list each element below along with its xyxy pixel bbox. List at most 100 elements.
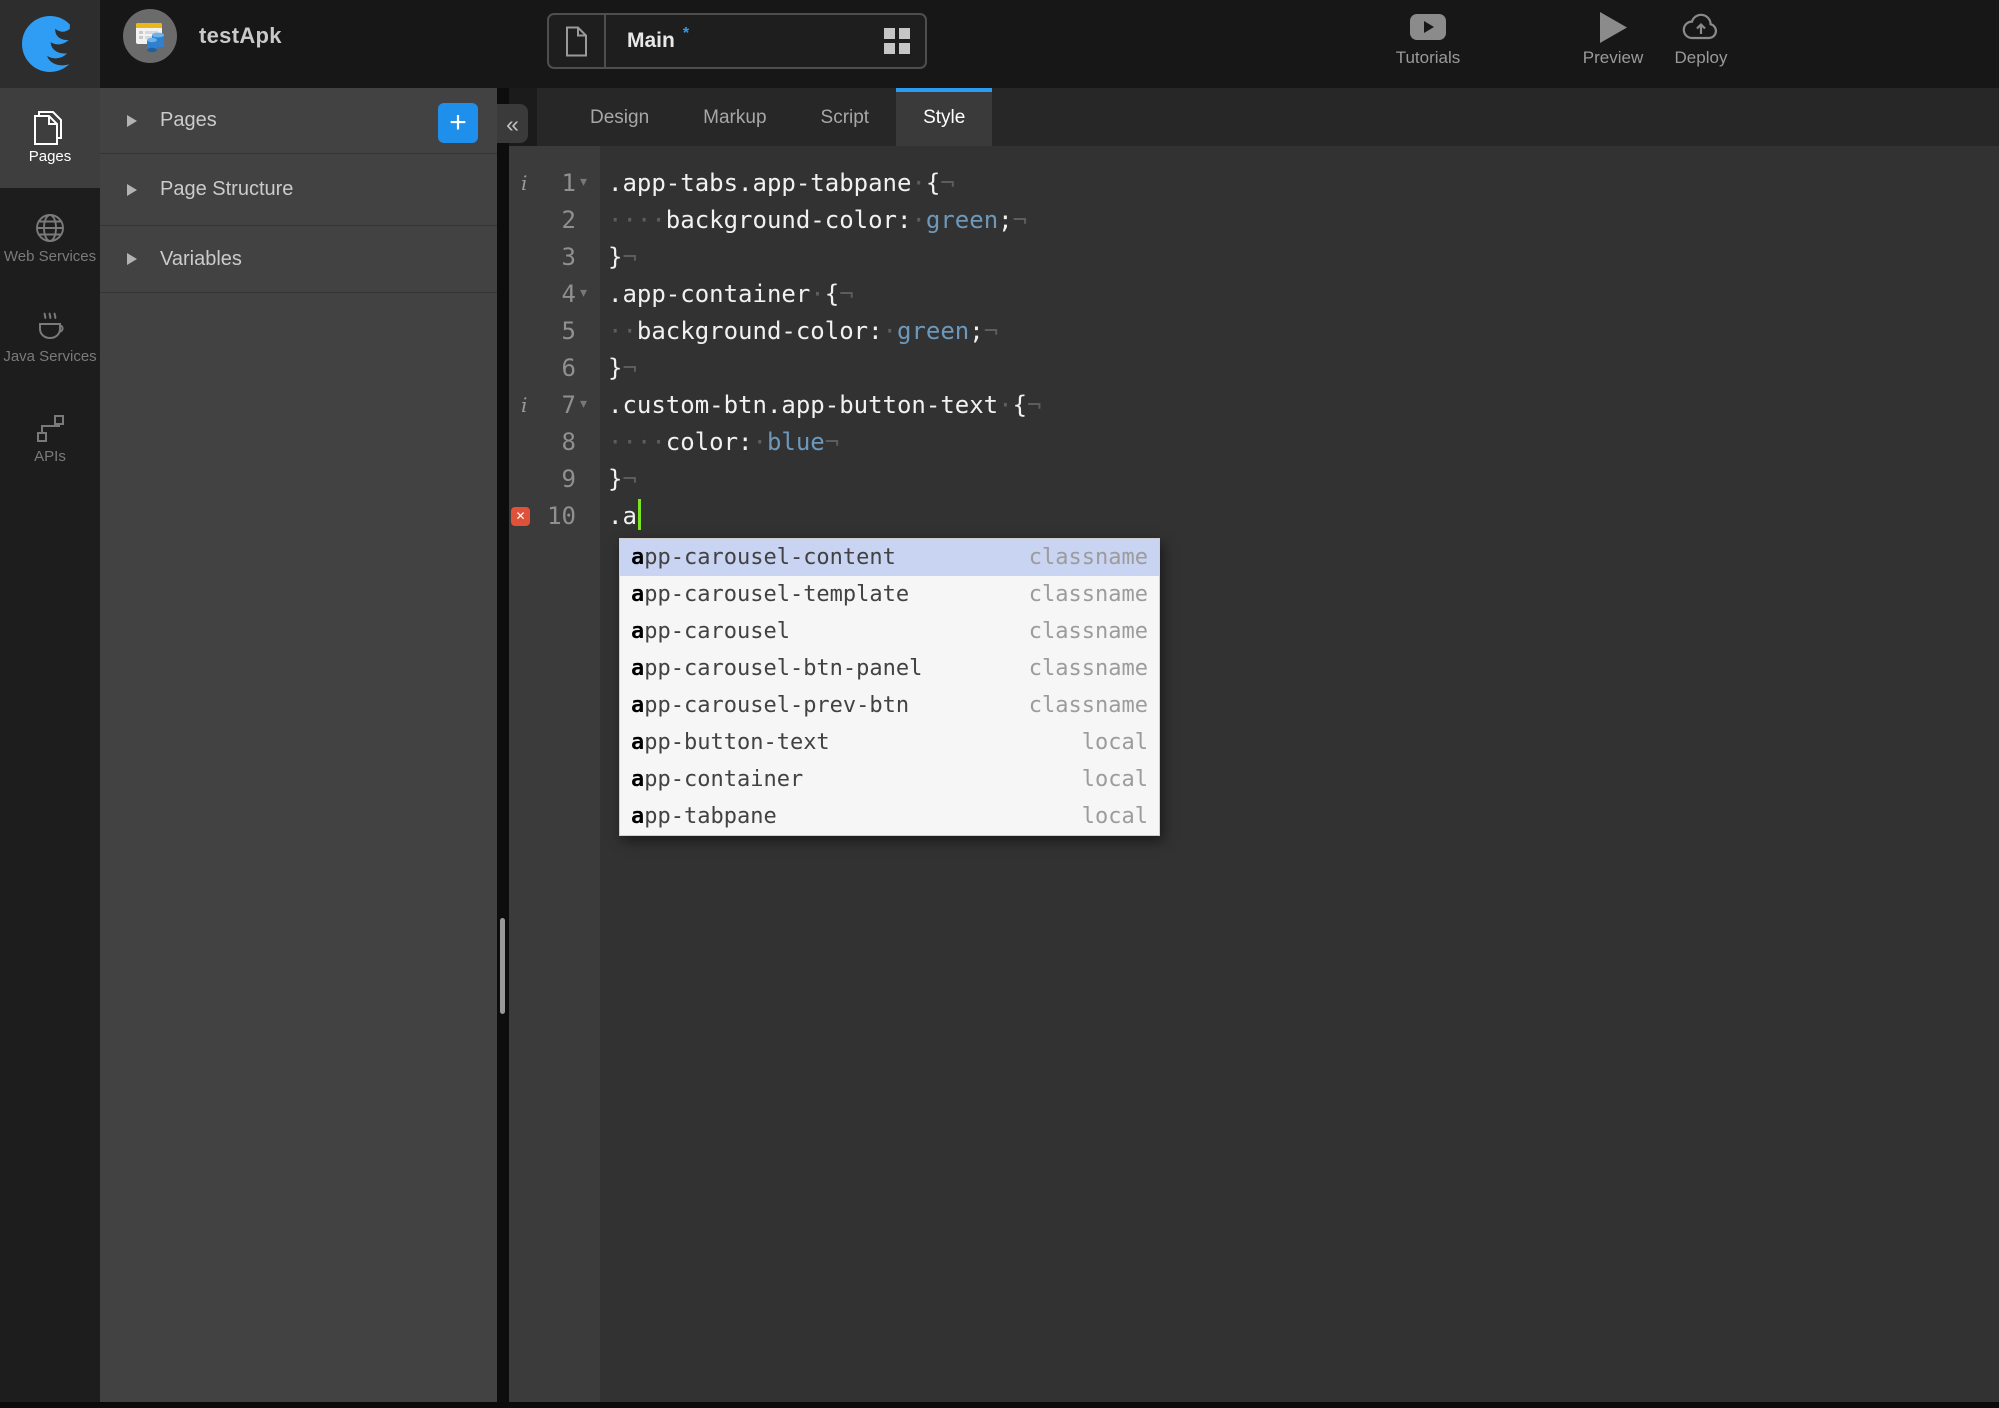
suggestion-label: app-button-text xyxy=(631,730,830,755)
tutorials-button[interactable]: Tutorials xyxy=(1378,10,1478,68)
tab-script[interactable]: Script xyxy=(794,88,897,146)
suggestion-meta: classname xyxy=(1028,619,1148,644)
fold-arrow-icon[interactable]: ▾ xyxy=(580,164,587,201)
action-label: Preview xyxy=(1582,48,1644,67)
panel-section-pages[interactable]: Pages + xyxy=(100,88,497,154)
panel-section-page-structure[interactable]: Page Structure xyxy=(100,154,497,226)
pages-grid-icon[interactable] xyxy=(884,28,910,54)
line-number: 7 xyxy=(561,391,576,419)
gutter-row[interactable]: 8 xyxy=(509,424,600,461)
code-line: ····background-color:·green;¬ xyxy=(608,206,1028,234)
suggestion-meta: local xyxy=(1081,767,1148,792)
fold-arrow-icon[interactable]: ▾ xyxy=(580,386,587,423)
suggestion-item[interactable]: app-tabpane local xyxy=(620,798,1159,835)
fold-arrow-icon[interactable]: ▾ xyxy=(580,275,587,312)
suggestion-label: app-carousel-content xyxy=(631,545,896,570)
gutter-row[interactable]: ✕ 10 xyxy=(509,498,600,535)
line-number: 2 xyxy=(561,206,576,234)
autocomplete-popup: app-carousel-content classname app-carouse… xyxy=(619,538,1160,836)
unsaved-changes-marker: * xyxy=(682,25,690,42)
suggestion-meta: local xyxy=(1081,730,1148,755)
add-page-button[interactable]: + xyxy=(438,103,478,143)
suggestion-item[interactable]: app-carousel-prev-btn classname xyxy=(620,687,1159,724)
sidebar-item-apis[interactable]: APIs xyxy=(0,388,100,488)
gutter-row[interactable]: 2 xyxy=(509,202,600,239)
action-label: Deploy xyxy=(1674,48,1728,67)
line-number: 10 xyxy=(547,502,576,530)
suggestion-label: app-tabpane xyxy=(631,804,777,829)
tab-markup[interactable]: Markup xyxy=(676,88,793,146)
left-nav-rail: Pages Web Services Java Services APIs xyxy=(0,88,100,1402)
suggestion-label: app-container xyxy=(631,767,804,792)
gutter-row[interactable]: i 7 ▾ xyxy=(509,387,600,424)
gutter-row[interactable]: i 1 ▾ xyxy=(509,165,600,202)
project-name: testApk xyxy=(199,23,282,48)
suggestion-label: app-carousel-btn-panel xyxy=(631,656,923,681)
collapse-panel-button[interactable]: « xyxy=(497,104,528,143)
deploy-button[interactable]: Deploy xyxy=(1656,10,1746,68)
panel-section-variables[interactable]: Variables xyxy=(100,226,497,293)
sidebar-item-java-services[interactable]: Java Services xyxy=(0,288,100,388)
gutter-row[interactable]: 4 ▾ xyxy=(509,276,600,313)
sidebar-item-label: APIs xyxy=(34,447,66,465)
gutter-row[interactable]: 5 xyxy=(509,313,600,350)
project-switcher[interactable]: testApk xyxy=(123,0,282,72)
line-number: 1 xyxy=(561,169,576,197)
gutter-row[interactable]: 6 xyxy=(509,350,600,387)
suggestion-item[interactable]: app-carousel classname xyxy=(620,613,1159,650)
sidebar-item-label: Pages xyxy=(28,147,72,165)
sidebar-item-web-services[interactable]: Web Services xyxy=(0,188,100,288)
code-line: .custom-btn.app-button-text·{¬ xyxy=(608,391,1042,419)
gutter-row[interactable]: 9 xyxy=(509,461,600,498)
suggestion-item[interactable]: app-container local xyxy=(620,761,1159,798)
chevron-right-icon xyxy=(127,253,137,265)
sidebar-item-pages[interactable]: Pages xyxy=(0,88,100,188)
pages-icon xyxy=(34,110,66,145)
panel-section-label: Variables xyxy=(160,247,242,270)
preview-button[interactable]: Preview xyxy=(1568,10,1658,68)
suggestion-label: app-carousel xyxy=(631,619,790,644)
code-line: }¬ xyxy=(608,354,637,382)
code-line: }¬ xyxy=(608,465,637,493)
panel-scrollbar-thumb[interactable] xyxy=(500,918,505,1014)
wavemaker-logo-icon xyxy=(22,16,78,72)
suggestion-item[interactable]: app-carousel-template classname xyxy=(620,576,1159,613)
editor-gutter[interactable]: i 1 ▾ 2 3 4 ▾ 5 6 i 7 ▾ 8 9 ✕ 10 xyxy=(509,146,600,1402)
code-line: ··background-color:·green;¬ xyxy=(608,317,999,345)
suggestion-item[interactable]: app-carousel-content classname xyxy=(620,539,1159,576)
code-line: .app-container·{¬ xyxy=(608,280,854,308)
gutter-row[interactable]: 3 xyxy=(509,239,600,276)
line-number: 3 xyxy=(561,243,576,271)
action-label: Tutorials xyxy=(1395,48,1461,67)
line-number: 4 xyxy=(561,280,576,308)
bottom-edge-bar xyxy=(0,1402,1999,1408)
panel-splitter[interactable] xyxy=(497,88,509,1402)
line-number: 8 xyxy=(561,428,576,456)
suggestion-meta: classname xyxy=(1028,693,1148,718)
line-number: 5 xyxy=(561,317,576,345)
suggestion-item[interactable]: app-button-text local xyxy=(620,724,1159,761)
line-number: 6 xyxy=(561,354,576,382)
tab-style[interactable]: Style xyxy=(896,88,993,146)
coffee-icon xyxy=(33,311,67,345)
code-line: .a xyxy=(600,498,1999,535)
pages-panel: Pages + Page Structure Variables xyxy=(100,88,497,1402)
suggestion-item[interactable]: app-carousel-btn-panel classname xyxy=(620,650,1159,687)
panel-section-label: Pages xyxy=(160,109,217,131)
suggestion-meta: classname xyxy=(1028,545,1148,570)
tab-design[interactable]: Design xyxy=(563,88,676,146)
suggestion-label: app-carousel-template xyxy=(631,582,910,607)
page-file-cell[interactable] xyxy=(549,15,606,67)
project-avatar-icon xyxy=(123,9,177,63)
globe-icon xyxy=(34,211,66,245)
youtube-icon xyxy=(1410,10,1446,44)
brand-logo-block[interactable] xyxy=(0,0,100,88)
app-header: testApk Main * Tutorials Preview Deploy xyxy=(0,0,1999,88)
text-cursor xyxy=(637,499,641,530)
chevron-right-icon xyxy=(127,114,137,127)
suggestion-meta: local xyxy=(1081,804,1148,829)
editor-tab-bar: Design Markup Script Style xyxy=(509,88,1999,146)
suggestion-label: app-carousel-prev-btn xyxy=(631,693,910,718)
api-nodes-icon xyxy=(34,411,66,445)
open-page-tab[interactable]: Main * xyxy=(547,13,927,69)
